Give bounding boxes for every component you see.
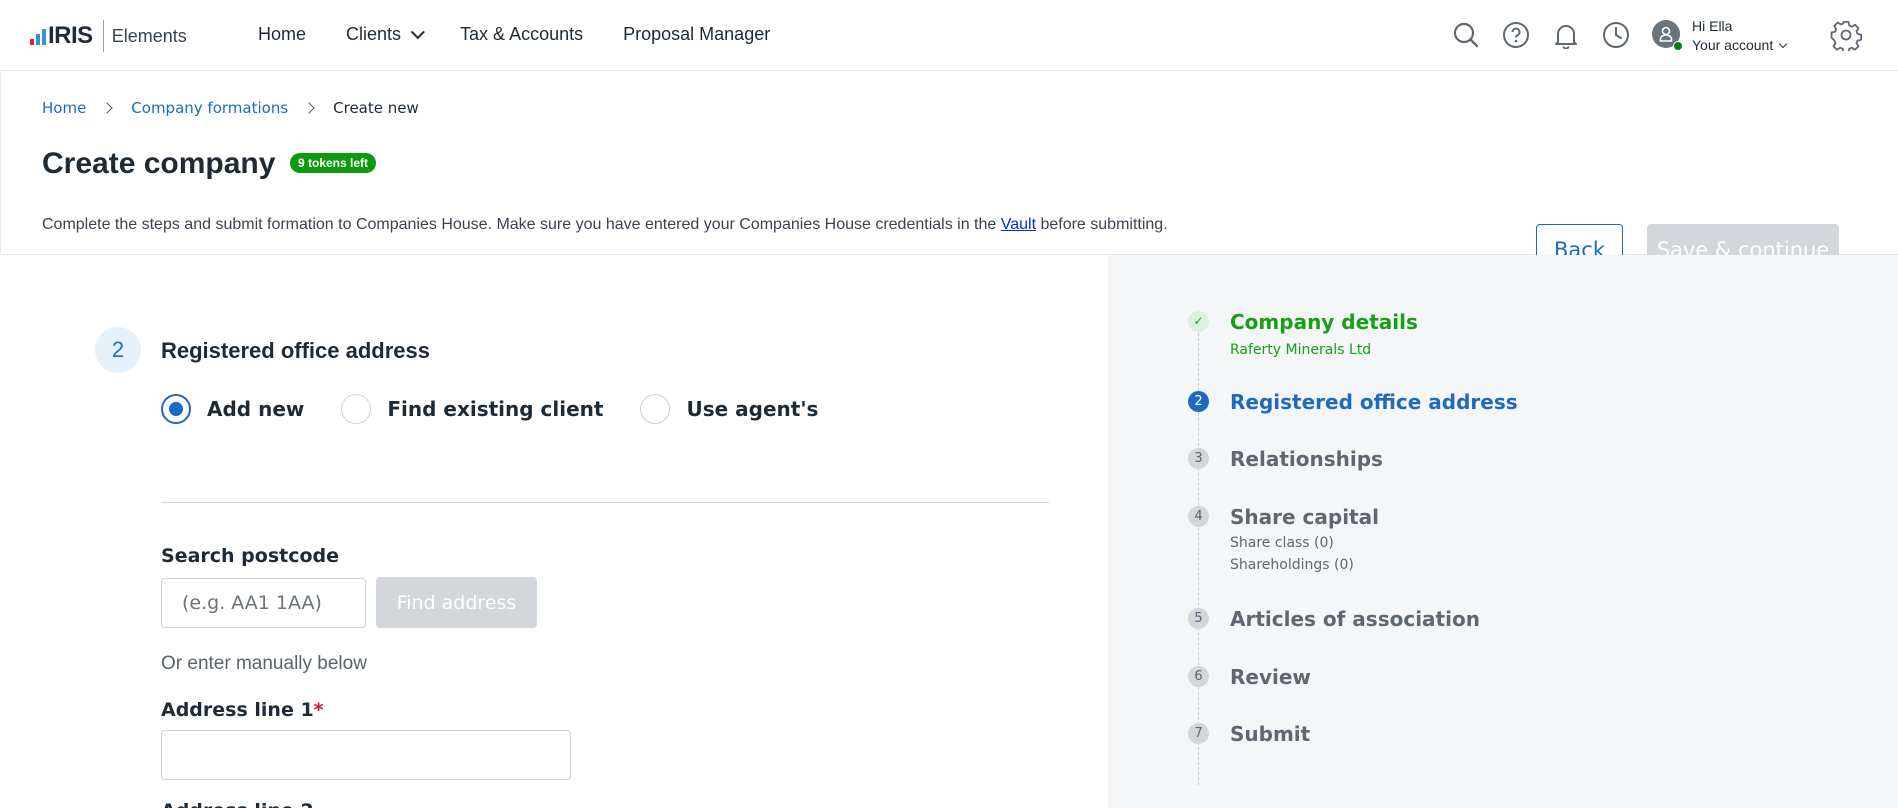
step-subtitle: Shareholdings (0)	[1230, 557, 1354, 573]
radio-unselected-icon	[640, 394, 671, 424]
logo-bars-icon	[30, 27, 46, 45]
bell-icon[interactable]	[1552, 21, 1580, 49]
account-menu[interactable]: Hi Ella Your account	[1692, 17, 1788, 55]
postcode-label: Search postcode	[161, 545, 340, 567]
breadcrumb: Home Company formations Create new	[42, 99, 419, 117]
radio-label: Find existing client	[387, 397, 604, 421]
breadcrumb-current: Create new	[333, 99, 419, 117]
nav-home-label: Home	[258, 24, 307, 44]
nav-tax-accounts[interactable]: Tax & Accounts	[460, 24, 583, 45]
step-submit[interactable]: 7 Submit	[1188, 722, 1310, 746]
nav-proposal-manager[interactable]: Proposal Manager	[623, 24, 770, 45]
manual-entry-hint: Or enter manually below	[161, 653, 367, 674]
address-source-radio-group: Add new Find existing client Use agent's	[161, 394, 855, 424]
section-divider	[161, 502, 1049, 503]
search-icon[interactable]	[1452, 21, 1480, 49]
check-icon: ✓	[1188, 311, 1209, 332]
form-area: 2 Registered office address Add new Find…	[0, 255, 1108, 808]
step-registered-office-address[interactable]: 2 Registered office address	[1188, 390, 1518, 414]
address-line-2-label: Address line 2	[161, 800, 314, 808]
address-line-1-label-text: Address line 1	[161, 699, 314, 721]
page-title: Create company	[42, 147, 276, 180]
step-review[interactable]: 6 Review	[1188, 665, 1311, 689]
page-description: Complete the steps and submit formation …	[42, 216, 1168, 234]
step-number: 5	[1188, 608, 1209, 629]
radio-use-agents[interactable]: Use agent's	[640, 394, 818, 424]
page-header: Home Company formations Create new Creat…	[0, 71, 1898, 275]
radio-find-existing-client[interactable]: Find existing client	[341, 394, 603, 424]
address-line-1-input[interactable]	[161, 730, 571, 780]
nav-tax-accounts-label: Tax & Accounts	[460, 24, 584, 44]
step-number: 2	[1188, 391, 1209, 412]
nav-clients-label: Clients	[346, 24, 402, 44]
section-title: Registered office address	[161, 338, 430, 363]
step-title: Company details	[1230, 310, 1418, 334]
brand-name: IRIS	[48, 22, 93, 49]
required-marker: *	[313, 699, 324, 721]
step-title: Articles of association	[1230, 607, 1480, 631]
find-address-button[interactable]: Find address	[376, 577, 537, 628]
chevron-right-icon	[101, 102, 113, 114]
nav-home[interactable]: Home	[258, 24, 306, 45]
chevron-right-icon	[303, 102, 315, 114]
step-subtitle: Share class (0)	[1230, 535, 1334, 551]
step-number: 6	[1188, 666, 1209, 687]
chevron-down-icon	[1778, 39, 1788, 49]
vault-link[interactable]: Vault	[1001, 216, 1036, 233]
step-relationships[interactable]: 3 Relationships	[1188, 447, 1383, 471]
account-label: Your account	[1692, 37, 1774, 53]
help-icon[interactable]	[1502, 21, 1530, 49]
step-number: 4	[1188, 506, 1209, 527]
main-nav: Home Clients Tax & Accounts Proposal Man…	[258, 24, 810, 45]
nav-proposal-manager-label: Proposal Manager	[623, 24, 771, 44]
logo-divider	[102, 20, 104, 52]
radio-selected-icon	[161, 394, 191, 424]
description-text: Complete the steps and submit formation …	[42, 216, 1001, 233]
breadcrumb-home[interactable]: Home	[42, 99, 86, 117]
step-articles-of-association[interactable]: 5 Articles of association	[1188, 607, 1480, 631]
step-number: 7	[1188, 723, 1209, 744]
step-company-details[interactable]: ✓ Company details Raferty Minerals Ltd	[1188, 310, 1418, 361]
description-text-end: before submitting.	[1036, 216, 1168, 233]
step-number: 3	[1188, 448, 1209, 469]
radio-add-new[interactable]: Add new	[161, 394, 304, 424]
radio-label: Add new	[207, 397, 305, 421]
iris-elements-logo[interactable]: IRIS Elements	[30, 20, 187, 52]
online-status-dot	[1673, 41, 1683, 51]
chevron-down-icon	[410, 24, 425, 39]
radio-unselected-icon	[341, 394, 372, 424]
product-name: Elements	[111, 25, 187, 46]
step-title: Relationships	[1230, 447, 1383, 471]
progress-stepper-panel: ✓ Company details Raferty Minerals Ltd 2 …	[1108, 255, 1898, 808]
step-title: Review	[1230, 665, 1311, 689]
clock-icon[interactable]	[1602, 21, 1630, 49]
nav-clients[interactable]: Clients	[346, 24, 425, 45]
radio-label: Use agent's	[686, 397, 819, 421]
breadcrumb-company-formations[interactable]: Company formations	[131, 99, 288, 117]
postcode-input[interactable]	[161, 578, 366, 628]
account-greeting: Hi Ella	[1692, 18, 1733, 34]
step-subtitle: Raferty Minerals Ltd	[1230, 342, 1372, 358]
settings-icon[interactable]	[1830, 19, 1862, 51]
step-share-capital[interactable]: 4 Share capital Share class (0) Sharehold…	[1188, 505, 1379, 576]
step-number-badge: 2	[95, 327, 141, 373]
step-title: Registered office address	[1230, 390, 1518, 414]
address-line-1-label: Address line 1*	[161, 699, 324, 721]
avatar[interactable]	[1652, 20, 1683, 51]
top-navigation-bar: IRIS Elements Home Clients Tax & Account…	[0, 0, 1898, 71]
step-title: Submit	[1230, 722, 1311, 746]
step-title: Share capital	[1230, 505, 1379, 529]
tokens-badge: 9 tokens left	[290, 153, 377, 173]
